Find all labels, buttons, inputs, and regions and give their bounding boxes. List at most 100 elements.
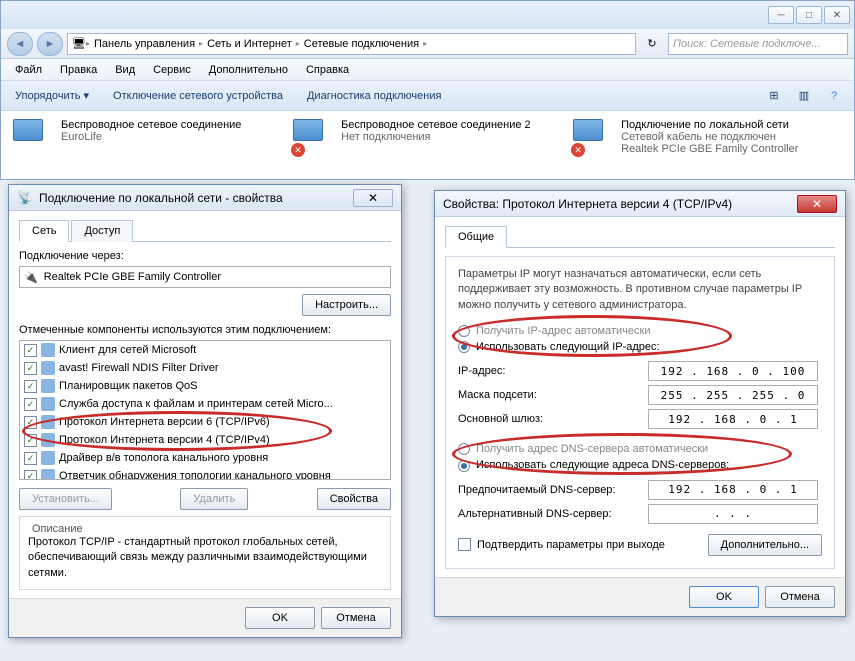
tab-network[interactable]: Сеть [19,220,69,242]
radio-auto-dns[interactable]: Получить адрес DNS-сервера автоматически [458,443,822,455]
view-icon[interactable]: ⊞ [762,85,786,107]
preview-icon[interactable]: ▥ [792,85,816,107]
dns2-label: Альтернативный DNS-сервер: [458,508,648,520]
menu-bar: Файл Правка Вид Сервис Дополнительно Спр… [1,59,854,81]
checkbox[interactable]: ✓ [24,398,37,411]
back-button[interactable]: ◄ [7,32,33,56]
disable-device-button[interactable]: Отключение сетевого устройства [107,86,289,106]
list-item[interactable]: ✓Служба доступа к файлам и принтерам сет… [20,395,390,413]
close-button[interactable]: ✕ [353,189,393,207]
adapter-icon: 🔌 [24,271,38,284]
window-titlebar: ─ □ ✕ [1,1,854,29]
checkbox[interactable]: ✓ [24,416,37,429]
adapter-field: 🔌 Realtek PCIe GBE Family Controller [19,266,391,288]
maximize-button[interactable]: □ [796,6,822,24]
tab-sharing[interactable]: Доступ [71,220,133,242]
close-button[interactable]: ✕ [797,195,837,213]
radio-auto-ip[interactable]: Получить IP-адрес автоматически [458,325,822,337]
component-icon [41,451,55,465]
network-icon: 📡 [17,190,33,206]
tab-general[interactable]: Общие [445,226,507,248]
connection-title: Беспроводное сетевое соединение 2 [341,119,531,131]
dialog-titlebar[interactable]: 📡 Подключение по локальной сети - свойст… [9,185,401,211]
close-button[interactable]: ✕ [824,6,850,24]
properties-button[interactable]: Свойства [317,488,391,510]
dns1-label: Предпочитаемый DNS-сервер: [458,484,648,496]
menu-view[interactable]: Вид [107,62,143,78]
refresh-icon[interactable]: ↻ [640,33,664,55]
checkbox[interactable]: ✓ [24,344,37,357]
components-list[interactable]: ✓Клиент для сетей Microsoft ✓avast! Fire… [19,340,391,480]
list-item-ipv4[interactable]: ✓Протокол Интернета версии 4 (TCP/IPv4) [20,431,390,449]
connection-item[interactable]: Беспроводное сетевое соединение EuroLife [13,119,253,157]
control-panel-icon: 🖥 [72,37,86,50]
checkbox[interactable]: ✓ [24,434,37,447]
menu-tools[interactable]: Сервис [145,62,199,78]
radio-manual-dns[interactable]: Использовать следующие адреса DNS-сервер… [458,459,822,471]
mask-input[interactable]: 255 . 255 . 255 . 0 [648,385,818,405]
component-icon [41,469,55,480]
dialog-title: Свойства: Протокол Интернета версии 4 (T… [443,197,732,211]
address-bar: ◄ ► 🖥 ▸ Панель управления▸ Сеть и Интерн… [1,29,854,59]
radio-manual-ip[interactable]: Использовать следующий IP-адрес: [458,341,822,353]
breadcrumb-seg[interactable]: Сеть и Интернет [203,38,296,50]
list-item[interactable]: ✓Клиент для сетей Microsoft [20,341,390,359]
component-icon [41,433,55,447]
list-item[interactable]: ✓Ответчик обнаружения топологии канально… [20,467,390,480]
ethernet-icon: ✕ [573,119,613,157]
breadcrumb[interactable]: 🖥 ▸ Панель управления▸ Сеть и Интернет▸ … [67,33,636,55]
dns2-input[interactable]: . . . [648,504,818,524]
advanced-button[interactable]: Дополнительно... [708,534,822,556]
connection-item[interactable]: ✕ Беспроводное сетевое соединение 2 Нет … [293,119,533,157]
wireless-icon: ✕ [293,119,333,157]
checkbox[interactable]: ✓ [24,452,37,465]
forward-button[interactable]: ► [37,32,63,56]
ok-button[interactable]: OK [245,607,315,629]
search-input[interactable]: Поиск: Сетевые подключе... [668,33,848,55]
cancel-button[interactable]: Отмена [765,586,835,608]
checkbox[interactable]: ✓ [24,380,37,393]
search-placeholder: Поиск: Сетевые подключе... [673,38,821,50]
ip-input[interactable]: 192 . 168 . 0 . 100 [648,361,818,381]
ipv4-properties-dialog: Свойства: Протокол Интернета версии 4 (T… [434,190,846,617]
description-text: Протокол TCP/IP - стандартный протокол г… [28,535,382,581]
description-group: Описание Протокол TCP/IP - стандартный п… [19,516,391,590]
confirm-checkbox[interactable] [458,538,471,551]
connection-title: Беспроводное сетевое соединение [61,119,241,131]
menu-edit[interactable]: Правка [52,62,105,78]
error-icon: ✕ [291,143,305,157]
list-item[interactable]: ✓Драйвер в/в тополога канального уровня [20,449,390,467]
gateway-input[interactable]: 192 . 168 . 0 . 1 [648,409,818,429]
checkbox[interactable]: ✓ [24,362,37,375]
ok-button[interactable]: OK [689,586,759,608]
dialog-titlebar[interactable]: Свойства: Протокол Интернета версии 4 (T… [435,191,845,217]
minimize-button[interactable]: ─ [768,6,794,24]
confirm-label: Подтвердить параметры при выходе [477,539,665,551]
breadcrumb-seg[interactable]: Сетевые подключения [300,38,423,50]
uninstall-button[interactable]: Удалить [180,488,248,510]
menu-advanced[interactable]: Дополнительно [201,62,296,78]
organize-button[interactable]: Упорядочить ▾ [9,85,95,106]
configure-button[interactable]: Настроить... [302,294,391,316]
component-icon [41,415,55,429]
mask-label: Маска подсети: [458,389,648,401]
error-icon: ✕ [571,143,585,157]
cancel-button[interactable]: Отмена [321,607,391,629]
connection-item[interactable]: ✕ Подключение по локальной сети Сетевой … [573,119,842,157]
install-button[interactable]: Установить... [19,488,112,510]
list-item[interactable]: ✓Планировщик пакетов QoS [20,377,390,395]
dns1-input[interactable]: 192 . 168 . 0 . 1 [648,480,818,500]
intro-text: Параметры IP могут назначаться автоматич… [458,267,822,313]
breadcrumb-seg[interactable]: Панель управления [90,38,199,50]
component-icon [41,397,55,411]
list-item[interactable]: ✓Протокол Интернета версии 6 (TCP/IPv6) [20,413,390,431]
command-bar: Упорядочить ▾ Отключение сетевого устрой… [1,81,854,111]
menu-help[interactable]: Справка [298,62,357,78]
help-icon[interactable]: ? [822,85,846,107]
checkbox[interactable]: ✓ [24,470,37,481]
menu-file[interactable]: Файл [7,62,50,78]
connection-properties-dialog: 📡 Подключение по локальной сети - свойст… [8,184,402,638]
diagnose-button[interactable]: Диагностика подключения [301,86,447,106]
list-item[interactable]: ✓avast! Firewall NDIS Filter Driver [20,359,390,377]
description-legend: Описание [28,523,87,535]
